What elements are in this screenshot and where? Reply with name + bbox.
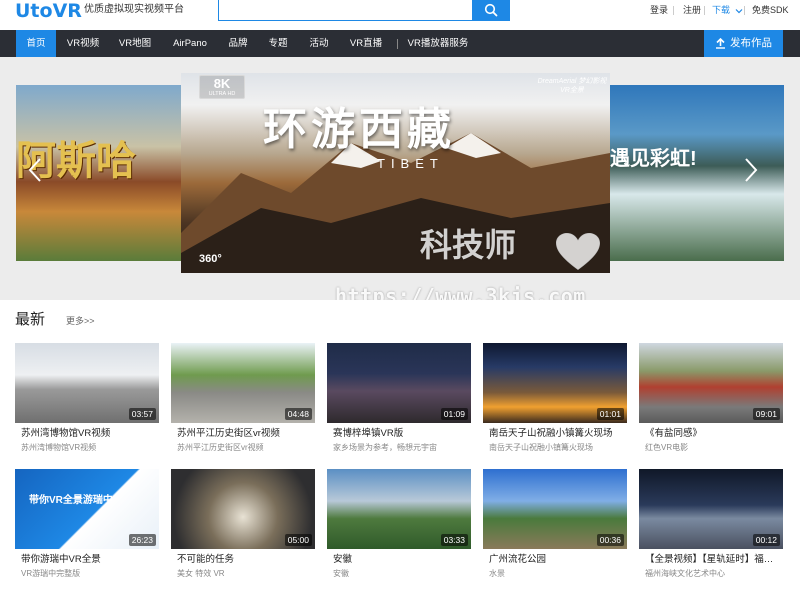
sdk-link[interactable]: 免费SDK (752, 5, 789, 16)
video-card[interactable]: 00:12 【全景视频】【星轨延时】福… 福州海峡文化艺术中心 (639, 469, 783, 583)
nav-item-topic[interactable]: 专题 (262, 30, 294, 57)
duration-badge: 00:36 (596, 534, 624, 546)
publish-button[interactable]: 发布作品 (704, 30, 783, 57)
duration-badge: 01:01 (596, 408, 624, 420)
site-logo[interactable]: UtoVR (15, 0, 82, 22)
video-title[interactable]: 《有盐同感》 (645, 427, 781, 440)
video-thumbnail[interactable]: 03:57 (15, 343, 159, 423)
duration-badge: 00:12 (752, 534, 780, 546)
video-desc: 南岳天子山祝融小镇篝火现场 (489, 443, 593, 452)
video-desc: VR游瑞中完整版 (21, 569, 81, 578)
brand-logo: DreamAerial 梦幻影视VR全景 (537, 78, 607, 94)
video-card[interactable]: 01:09 赛博梓埠镇VR版 家乡场景为参考，畅想元宇宙 (327, 343, 471, 457)
banner-title: 环游西藏 (263, 104, 455, 155)
video-desc: 安徽 (333, 569, 349, 578)
video-desc: 福州海峡文化艺术中心 (645, 569, 725, 578)
more-link[interactable]: 更多>> (66, 316, 95, 327)
duration-badge: 03:33 (440, 534, 468, 546)
top-header: UtoVR 优质虚拟现实视频平台 登录 注册 下载 免费SDK (0, 0, 800, 30)
video-desc: 家乡场景为参考，畅想元宇宙 (333, 443, 437, 452)
download-menu[interactable]: 下载 (712, 5, 743, 16)
nav-item-home[interactable]: 首页 (16, 30, 56, 57)
divider (704, 6, 705, 15)
video-desc: 美女 特效 VR (177, 569, 225, 578)
main-nav: 首页 VR视频 VR地图 AirPano 品牌 专题 活动 VR直播 VR播放器… (0, 30, 800, 57)
video-card[interactable]: 03:57 苏州湾博物馆VR视频 苏州湾博物馆VR视频 (15, 343, 159, 457)
video-title[interactable]: 【全景视频】【星轨延时】福… (645, 553, 781, 566)
duration-badge: 05:00 (284, 534, 312, 546)
publish-label: 发布作品 (730, 37, 772, 49)
video-thumbnail[interactable]: 04:48 (171, 343, 315, 423)
video-desc: 红色VR电影 (645, 443, 689, 452)
nav-item-player-service[interactable]: VR播放器服务 (404, 30, 472, 57)
video-desc: 水景 (489, 569, 505, 578)
search-input[interactable] (218, 0, 510, 21)
video-thumbnail[interactable]: 带你VR全景游瑞中 26:23 (15, 469, 159, 549)
nav-item-events[interactable]: 活动 (303, 30, 335, 57)
download-label: 下载 (712, 5, 731, 15)
duration-badge: 03:57 (128, 408, 156, 420)
video-thumbnail[interactable]: 03:33 (327, 469, 471, 549)
video-thumbnail[interactable]: 00:36 (483, 469, 627, 549)
video-title[interactable]: 不可能的任务 (177, 553, 313, 566)
chevron-down-icon (735, 8, 742, 13)
video-thumbnail[interactable]: 05:00 (171, 469, 315, 549)
register-link[interactable]: 注册 (683, 5, 701, 16)
video-title[interactable]: 广州流花公园 (489, 553, 625, 566)
duration-badge: 26:23 (128, 534, 156, 546)
video-card[interactable]: 05:00 不可能的任务 美女 特效 VR (171, 469, 315, 583)
360-badge: 360° (199, 253, 222, 265)
video-thumbnail[interactable]: 01:01 (483, 343, 627, 423)
divider (673, 6, 674, 15)
8k-badge: 8K ULTRA HD (199, 75, 245, 99)
nav-item-vr-map[interactable]: VR地图 (112, 30, 158, 57)
video-card[interactable]: 03:33 安徽 安徽 (327, 469, 471, 583)
latest-section: 最新 更多>> 03:57 苏州湾博物馆VR视频 苏州湾博物馆VR视频 04:4… (0, 300, 800, 592)
video-card[interactable]: 04:48 苏州平江历史街区vr视频 苏州平江历史街区vr视频 (171, 343, 315, 457)
video-card[interactable]: 09:01 《有盐同感》 红色VR电影 (639, 343, 783, 457)
divider (744, 6, 745, 15)
duration-badge: 01:09 (440, 408, 468, 420)
login-link[interactable]: 登录 (650, 5, 668, 16)
site-slogan: 优质虚拟现实视频平台 (84, 4, 184, 15)
video-title[interactable]: 安徽 (333, 553, 469, 566)
video-thumbnail[interactable]: 01:09 (327, 343, 471, 423)
video-title[interactable]: 带你游瑞中VR全景 (21, 553, 157, 566)
search-icon (484, 3, 498, 17)
section-title: 最新 (15, 311, 46, 328)
video-thumbnail[interactable]: 09:01 (639, 343, 783, 423)
video-title[interactable]: 苏州平江历史街区vr视频 (177, 427, 313, 440)
duration-badge: 04:48 (284, 408, 312, 420)
nav-item-vr-video[interactable]: VR视频 (60, 30, 106, 57)
banner-carousel: 阿斯哈 遇见彩虹! 环游西藏 TIBET 8K ULTRA HD DreamAe… (0, 57, 800, 300)
nav-item-airpano[interactable]: AirPano (166, 30, 214, 57)
divider (397, 39, 398, 49)
nav-item-brand[interactable]: 品牌 (222, 30, 254, 57)
video-desc: 苏州平江历史街区vr视频 (177, 443, 264, 452)
heart-icon (555, 232, 601, 271)
nav-item-vr-live[interactable]: VR直播 (344, 30, 388, 57)
banner-slide-text: 遇见彩虹! (610, 148, 697, 170)
video-card[interactable]: 00:36 广州流花公园 水景 (483, 469, 627, 583)
upload-icon (716, 38, 725, 49)
thumbnail-caption: 带你VR全景游瑞中 (29, 495, 113, 506)
8k-label: 8K (213, 76, 231, 91)
video-card[interactable]: 带你VR全景游瑞中 26:23 带你游瑞中VR全景 VR游瑞中完整版 (15, 469, 159, 583)
banner-subtitle: TIBET (377, 156, 444, 171)
video-title[interactable]: 南岳天子山祝融小镇篝火现场 (489, 427, 625, 440)
watermark-text: 科技师 (420, 227, 517, 263)
video-desc: 苏州湾博物馆VR视频 (21, 443, 97, 452)
video-title[interactable]: 苏州湾博物馆VR视频 (21, 427, 157, 440)
video-title[interactable]: 赛博梓埠镇VR版 (333, 427, 469, 440)
video-thumbnail[interactable]: 00:12 (639, 469, 783, 549)
ultra-hd-label: ULTRA HD (208, 91, 236, 97)
prev-arrow-icon[interactable] (27, 157, 43, 183)
search-button[interactable] (472, 0, 510, 21)
next-arrow-icon[interactable] (743, 157, 759, 183)
video-card[interactable]: 01:01 南岳天子山祝融小镇篝火现场 南岳天子山祝融小镇篝火现场 (483, 343, 627, 457)
duration-badge: 09:01 (752, 408, 780, 420)
banner-slide-current[interactable]: 环游西藏 TIBET 8K ULTRA HD DreamAerial 梦幻影视V… (181, 73, 610, 273)
